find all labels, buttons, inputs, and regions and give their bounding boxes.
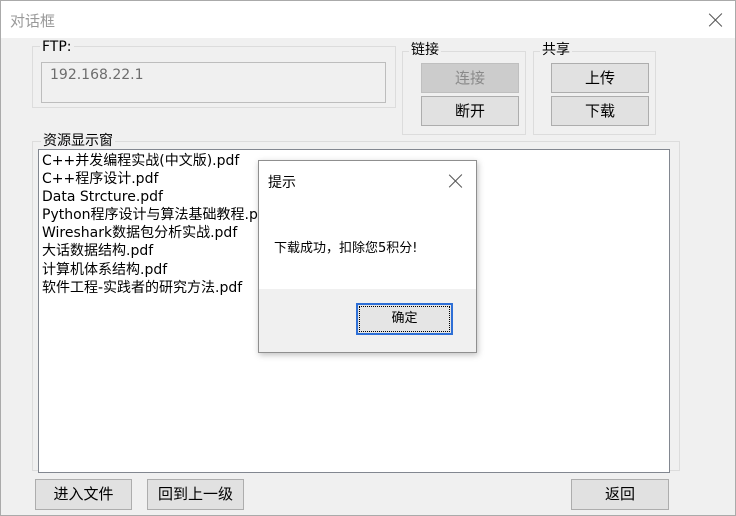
message-box-close-icon[interactable] bbox=[447, 172, 463, 188]
message-box-title: 提示 bbox=[268, 175, 296, 191]
message-box-text: 下载成功，扣除您5积分! bbox=[274, 241, 418, 256]
back-button[interactable]: 返回 bbox=[571, 479, 669, 510]
ok-button[interactable]: 确定 bbox=[356, 303, 453, 335]
download-button[interactable]: 下载 bbox=[551, 96, 649, 126]
disconnect-button[interactable]: 断开 bbox=[421, 96, 519, 126]
upload-button[interactable]: 上传 bbox=[551, 63, 649, 93]
title-bar[interactable]: 对话框 bbox=[1, 1, 735, 38]
connect-button[interactable]: 连接 bbox=[421, 63, 519, 93]
enter-file-button[interactable]: 进入文件 bbox=[35, 479, 132, 510]
ftp-label: FTP: bbox=[40, 39, 74, 55]
download-success-message-box: 提示 下载成功，扣除您5积分! 确定 bbox=[258, 160, 477, 353]
window-title: 对话框 bbox=[10, 12, 56, 30]
connection-group-label: 链接 bbox=[409, 42, 441, 58]
ftp-address-field[interactable]: 192.168.22.1 bbox=[41, 62, 386, 103]
resource-display-label: 资源显示窗 bbox=[41, 133, 115, 149]
go-up-level-button[interactable]: 回到上一级 bbox=[147, 479, 244, 510]
share-group-label: 共享 bbox=[540, 42, 572, 58]
window-close-icon[interactable] bbox=[707, 11, 725, 29]
message-box-footer: 确定 bbox=[259, 289, 476, 352]
